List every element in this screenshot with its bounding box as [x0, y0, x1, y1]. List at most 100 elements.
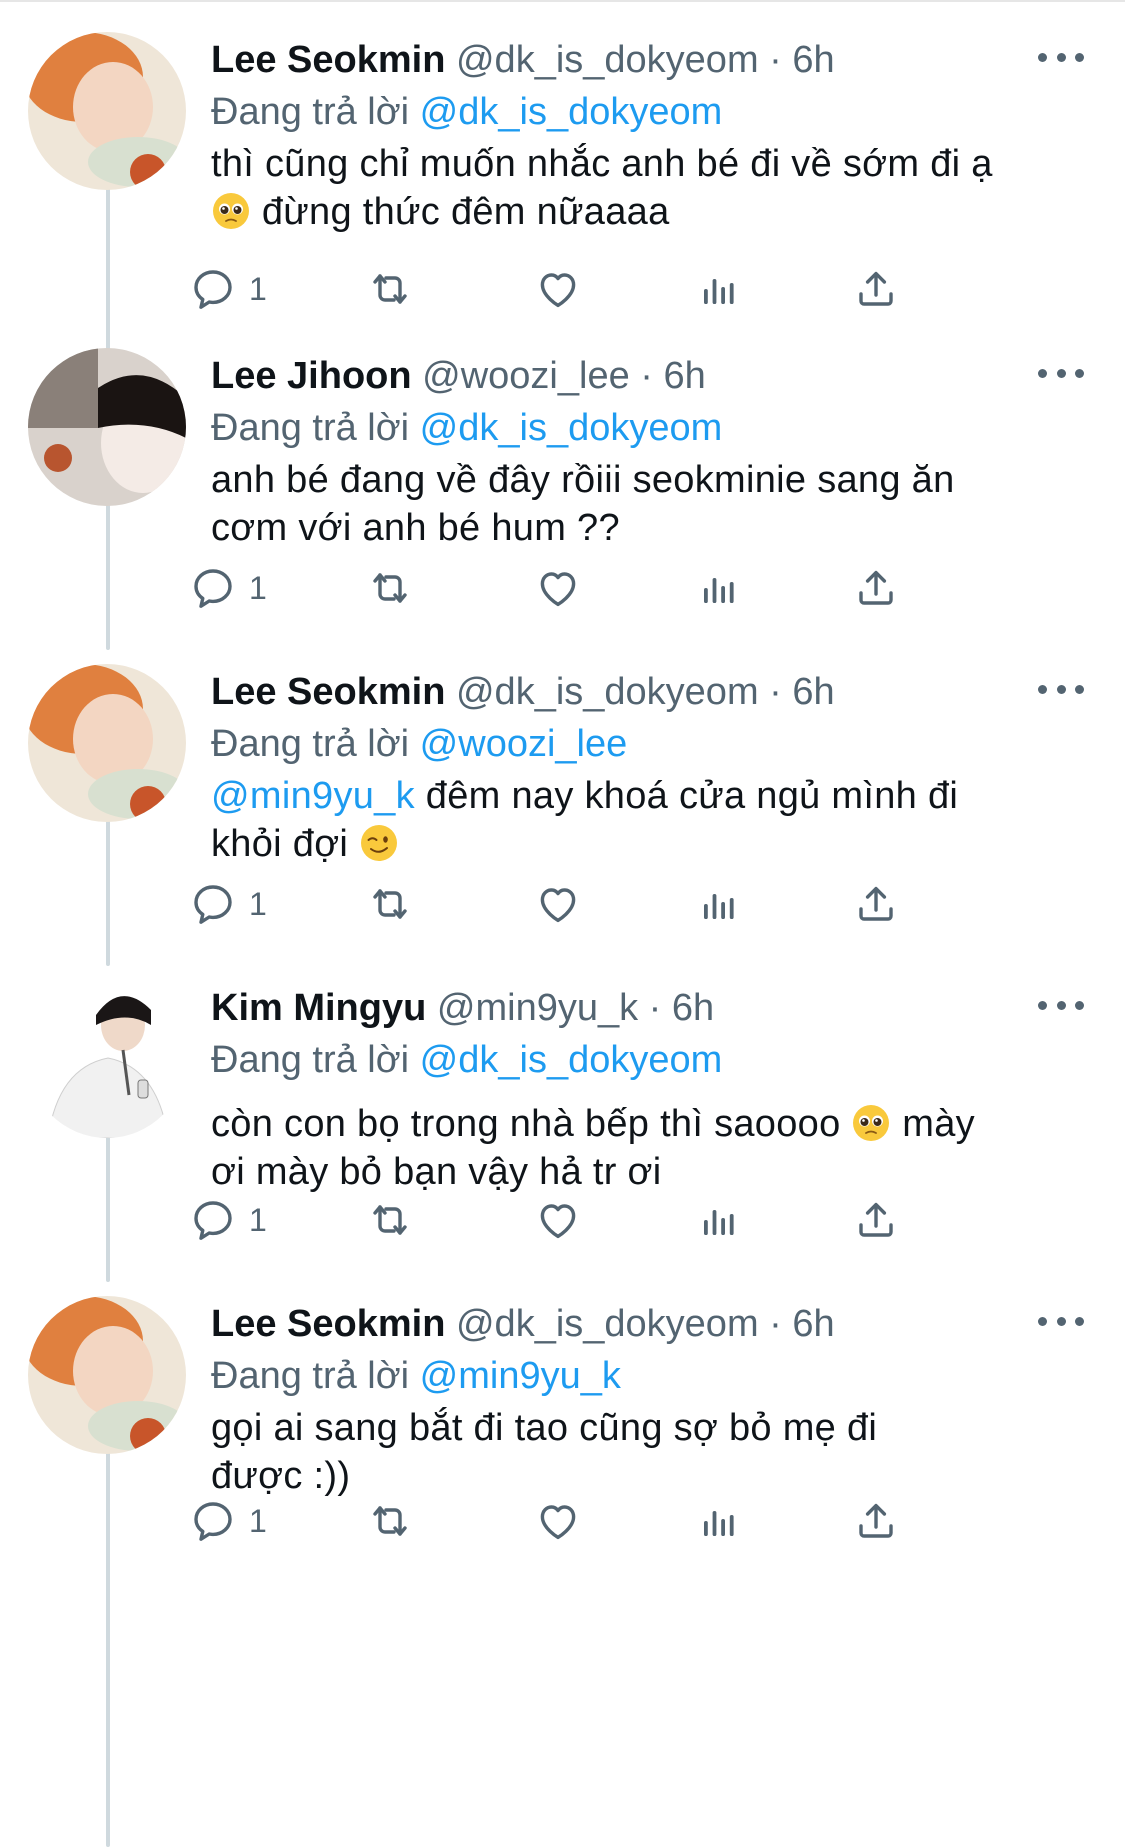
analytics-button[interactable]: [695, 1496, 743, 1546]
like-icon: [534, 1497, 582, 1545]
replying-to-mention[interactable]: @dk_is_dokyeom: [420, 1039, 723, 1081]
more-icon[interactable]: [1038, 674, 1084, 704]
top-divider: [0, 0, 1125, 2]
replying-to-mention[interactable]: @dk_is_dokyeom: [420, 91, 723, 133]
tweet-header: Lee Seokmin @dk_is_dokyeom · 6h: [211, 38, 835, 82]
share-button[interactable]: [852, 264, 900, 314]
display-name[interactable]: Kim Mingyu: [211, 987, 426, 1029]
timestamp[interactable]: 6h: [664, 355, 706, 397]
reply-button[interactable]: 1: [189, 1195, 267, 1245]
user-handle[interactable]: @dk_is_dokyeom: [456, 671, 759, 713]
retweet-button[interactable]: [366, 563, 414, 613]
tweet-text-line: ơi mày bỏ bạn vậy hả tr ơi: [211, 1151, 662, 1193]
replying-to-label: Đang trả lời: [211, 723, 410, 765]
reply-count: 1: [249, 569, 267, 606]
avatar[interactable]: [28, 348, 186, 506]
display-name[interactable]: Lee Seokmin: [211, 671, 445, 713]
tweet-text-line: gọi ai sang bắt đi tao cũng sợ bỏ mẹ đi: [211, 1407, 878, 1449]
user-handle[interactable]: @min9yu_k: [437, 987, 638, 1029]
reply-button[interactable]: 1: [189, 879, 267, 929]
avatar[interactable]: [28, 1296, 186, 1454]
timestamp[interactable]: 6h: [672, 987, 714, 1029]
separator-dot: ·: [640, 355, 653, 397]
timestamp[interactable]: 6h: [792, 671, 834, 713]
replying-to-mention[interactable]: @dk_is_dokyeom: [420, 407, 723, 449]
timestamp[interactable]: 6h: [792, 39, 834, 81]
tweet-mention[interactable]: @min9yu_k: [211, 775, 415, 817]
display-name[interactable]: Lee Jihoon: [211, 355, 412, 397]
retweet-button[interactable]: [366, 1195, 414, 1245]
user-handle[interactable]: @dk_is_dokyeom: [456, 1303, 759, 1345]
tweet-text-line: khỏi đợi: [211, 823, 349, 865]
like-button[interactable]: [534, 264, 582, 314]
analytics-button[interactable]: [695, 1195, 743, 1245]
thread-line: [106, 178, 110, 350]
more-icon[interactable]: [1038, 358, 1084, 388]
reply-button[interactable]: 1: [189, 264, 267, 314]
share-button[interactable]: [852, 1496, 900, 1546]
tweet-text: gọi ai sang bắt đi tao cũng sợ bỏ mẹ đi …: [211, 1404, 1071, 1500]
retweet-icon: [366, 1497, 414, 1545]
tweet-header: Lee Seokmin @dk_is_dokyeom · 6h: [211, 670, 835, 714]
retweet-button[interactable]: [366, 264, 414, 314]
analytics-icon: [695, 880, 743, 928]
analytics-button[interactable]: [695, 264, 743, 314]
like-button[interactable]: [534, 879, 582, 929]
like-icon: [534, 1196, 582, 1244]
reply-button[interactable]: 1: [189, 563, 267, 613]
analytics-button[interactable]: [695, 563, 743, 613]
retweet-icon: [366, 880, 414, 928]
separator-dot: ·: [769, 39, 782, 81]
user-handle[interactable]: @dk_is_dokyeom: [456, 39, 759, 81]
thread-line: [106, 1442, 110, 1847]
like-button[interactable]: [534, 1496, 582, 1546]
replying-to: Đang trả lời @dk_is_dokyeom: [211, 1038, 722, 1082]
tweet-header: Lee Jihoon @woozi_lee · 6h: [211, 354, 706, 398]
replying-to-mention[interactable]: @woozi_lee: [420, 723, 628, 765]
retweet-button[interactable]: [366, 879, 414, 929]
share-button[interactable]: [852, 879, 900, 929]
display-name[interactable]: Lee Seokmin: [211, 39, 445, 81]
tweet-text-line: mày: [902, 1103, 975, 1145]
replying-to-mention[interactable]: @min9yu_k: [420, 1355, 621, 1397]
timestamp[interactable]: 6h: [792, 1303, 834, 1345]
retweet-button[interactable]: [366, 1496, 414, 1546]
retweet-icon: [366, 1196, 414, 1244]
analytics-button[interactable]: [695, 879, 743, 929]
tweet-text: còn con bọ trong nhà bếp thì saoooo mày …: [211, 1100, 1071, 1196]
avatar[interactable]: [28, 980, 186, 1138]
more-icon[interactable]: [1038, 990, 1084, 1020]
more-icon[interactable]: [1038, 1306, 1084, 1336]
reply-button[interactable]: 1: [189, 1496, 267, 1546]
pleading-face-icon: [211, 191, 251, 231]
analytics-icon: [695, 265, 743, 313]
user-handle[interactable]: @woozi_lee: [422, 355, 630, 397]
retweet-icon: [366, 564, 414, 612]
tweet-text-line: thì cũng chỉ muốn nhắc anh bé đi về sớm …: [211, 143, 993, 185]
like-icon: [534, 880, 582, 928]
share-button[interactable]: [852, 1195, 900, 1245]
tweet-text-line: còn con bọ trong nhà bếp thì saoooo: [211, 1103, 841, 1145]
analytics-icon: [695, 1196, 743, 1244]
replying-to-label: Đang trả lời: [211, 1039, 410, 1081]
separator-dot: ·: [648, 987, 662, 1029]
winking-face-icon: [359, 823, 399, 863]
like-icon: [534, 564, 582, 612]
share-icon: [852, 880, 900, 928]
replying-to-label: Đang trả lời: [211, 407, 410, 449]
avatar[interactable]: [28, 664, 186, 822]
tweet-text: @min9yu_k đêm nay khoá cửa ngủ mình đi k…: [211, 772, 1071, 868]
action-bar: 1: [211, 563, 1011, 613]
like-button[interactable]: [534, 563, 582, 613]
tweet-header: Kim Mingyu @min9yu_k · 6h: [211, 986, 714, 1030]
share-button[interactable]: [852, 563, 900, 613]
display-name[interactable]: Lee Seokmin: [211, 1303, 445, 1345]
more-icon[interactable]: [1038, 42, 1084, 72]
like-button[interactable]: [534, 1195, 582, 1245]
thread-line: [106, 494, 110, 650]
analytics-icon: [695, 564, 743, 612]
avatar[interactable]: [28, 32, 186, 190]
pleading-face-icon: [851, 1103, 891, 1143]
tweet-text: anh bé đang về đây rồiii seokminie sang …: [211, 456, 1041, 552]
share-icon: [852, 1497, 900, 1545]
